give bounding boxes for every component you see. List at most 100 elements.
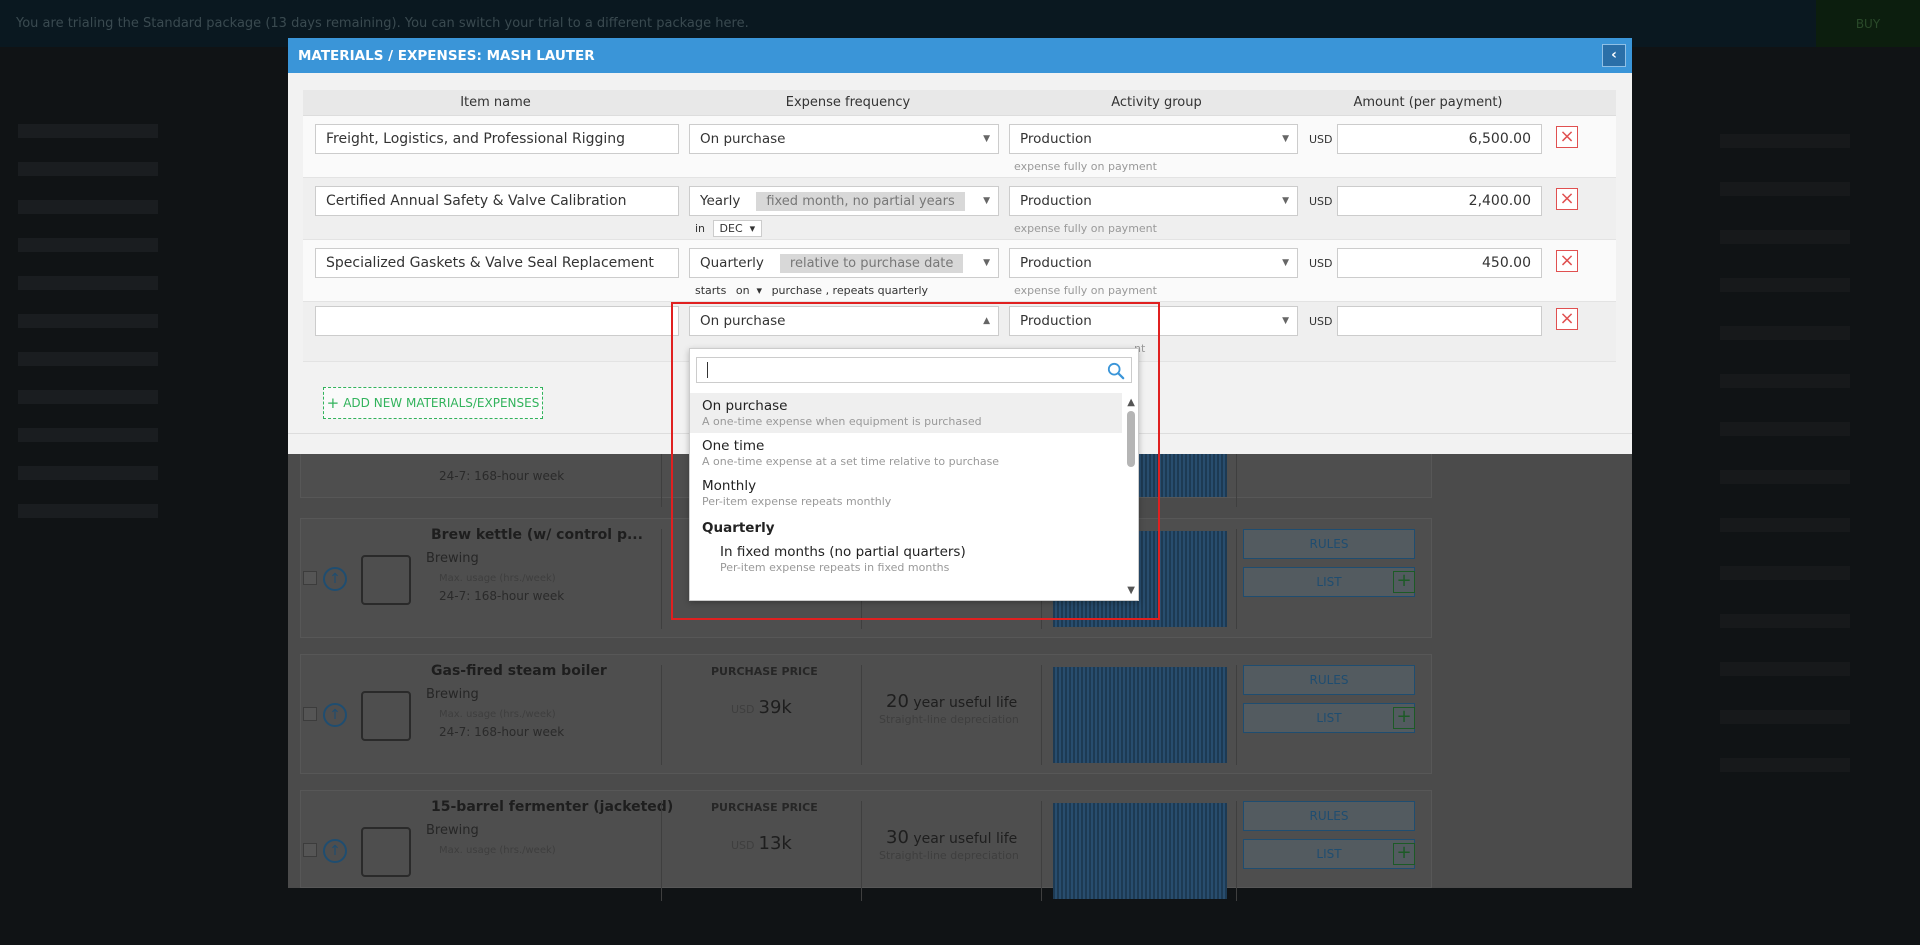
chevron-down-icon: ▼ xyxy=(1282,258,1289,268)
chevron-down-icon: ▼ xyxy=(983,258,990,268)
select-checkbox[interactable] xyxy=(303,571,317,585)
chevron-down-icon: ▼ xyxy=(1282,134,1289,144)
delete-icon[interactable]: × xyxy=(1556,250,1578,272)
search-icon[interactable] xyxy=(1107,362,1125,380)
equipment-category: Brewing xyxy=(426,823,479,838)
add-icon[interactable]: + xyxy=(1393,843,1415,865)
table-header: Item name Expense frequency Activity gro… xyxy=(303,90,1616,116)
frequency-select[interactable]: On purchase ▼ xyxy=(689,124,999,154)
dropdown-search-input[interactable] xyxy=(697,358,1097,382)
frequency-tag: fixed month, no partial years xyxy=(756,191,965,211)
scroll-up-icon[interactable]: ▲ xyxy=(1127,397,1135,408)
rules-button[interactable]: RULES xyxy=(1243,665,1415,695)
arrow-up-icon[interactable]: ↑ xyxy=(323,567,347,591)
equipment-card: ↑ Gas-fired steam boiler Brewing Max. us… xyxy=(300,654,1432,774)
select-checkbox[interactable] xyxy=(303,707,317,721)
boiler-icon xyxy=(361,691,411,741)
frequency-select[interactable]: Yearly fixed month, no partial years ▼ xyxy=(689,186,999,216)
list-button[interactable]: LIST xyxy=(1243,567,1415,597)
background-sidebar xyxy=(0,100,200,660)
useful-life: 30 year useful life xyxy=(886,827,1018,848)
activity-note: expense fully on payment xyxy=(1014,160,1157,173)
useful-life: 20 year useful life xyxy=(886,691,1018,712)
frequency-select[interactable]: Quarterly relative to purchase date ▼ xyxy=(689,248,999,278)
dropdown-search[interactable] xyxy=(696,357,1132,383)
equipment-category: Brewing xyxy=(426,687,479,702)
option-monthly[interactable]: Monthly Per-item expense repeats monthly xyxy=(690,473,1122,513)
amount-input[interactable]: 450.00 xyxy=(1337,248,1542,278)
select-checkbox[interactable] xyxy=(303,843,317,857)
modal-header: MATERIALS / EXPENSES: MASH LAUTER ‹ xyxy=(288,38,1632,73)
table-row: Freight, Logistics, and Professional Rig… xyxy=(303,116,1616,178)
usage-label: Max. usage (hrs./week) xyxy=(439,573,556,584)
amount-input[interactable]: 2,400.00 xyxy=(1337,186,1542,216)
usage-value: 24-7: 168-hour week xyxy=(439,725,565,739)
frequency-select-open[interactable]: On purchase ▲ xyxy=(689,306,999,336)
delete-icon[interactable]: × xyxy=(1556,188,1578,210)
currency-label: USD xyxy=(1309,133,1333,146)
chevron-down-icon: ▼ xyxy=(1282,316,1289,326)
usage-value: 24-7: 168-hour week xyxy=(439,589,565,603)
option-quarterly-fixed-months[interactable]: In fixed months (no partial quarters) Pe… xyxy=(690,539,1122,579)
scroll-down-icon[interactable]: ▼ xyxy=(1127,585,1135,596)
table-row: Specialized Gaskets & Valve Seal Replace… xyxy=(303,240,1616,302)
equipment-category: Brewing xyxy=(426,551,479,566)
chevron-down-icon: ▼ xyxy=(983,134,990,144)
frequency-dropdown: On purchase A one-time expense when equi… xyxy=(689,348,1139,601)
buy-button[interactable]: BUY xyxy=(1816,0,1920,47)
delete-icon[interactable]: × xyxy=(1556,308,1578,330)
column-activity-group: Activity group xyxy=(1111,95,1202,110)
text-caret xyxy=(707,362,708,378)
amount-input[interactable] xyxy=(1337,306,1542,336)
scrollbar-thumb[interactable] xyxy=(1127,411,1135,467)
purchase-price-label: PURCHASE PRICE xyxy=(711,665,818,678)
equipment-name[interactable]: 15-barrel fermenter (jacketed) xyxy=(431,799,673,815)
frequency-tag: relative to purchase date xyxy=(779,253,964,273)
rules-button[interactable]: RULES xyxy=(1243,801,1415,831)
equipment-name[interactable]: Brew kettle (w/ control p... xyxy=(431,527,643,543)
option-group-quarterly: Quarterly xyxy=(702,520,775,536)
option-on-purchase[interactable]: On purchase A one-time expense when equi… xyxy=(690,393,1122,433)
chevron-down-icon: ▼ xyxy=(983,196,990,206)
list-button[interactable]: LIST xyxy=(1243,703,1415,733)
depreciation-method: Straight-line depreciation xyxy=(879,713,1019,726)
activity-group-select[interactable]: Production ▼ xyxy=(1009,248,1298,278)
item-name-input[interactable]: Freight, Logistics, and Professional Rig… xyxy=(315,124,679,154)
activity-group-select[interactable]: Production ▼ xyxy=(1009,186,1298,216)
amount-input[interactable]: 6,500.00 xyxy=(1337,124,1542,154)
chevron-left-icon[interactable]: ‹ xyxy=(1602,44,1626,67)
column-item-name: Item name xyxy=(460,95,531,110)
trial-banner-text: You are trialing the Standard package (1… xyxy=(16,16,749,31)
kettle-icon xyxy=(361,555,411,605)
option-one-time[interactable]: One time A one-time expense at a set tim… xyxy=(690,433,1122,473)
add-new-materials-button[interactable]: + ADD NEW MATERIALS/EXPENSES xyxy=(323,387,543,419)
modal-title: MATERIALS / EXPENSES: MASH LAUTER xyxy=(298,47,595,64)
currency-label: USD xyxy=(1309,315,1333,328)
activity-group-select[interactable]: Production ▼ xyxy=(1009,124,1298,154)
equipment-name[interactable]: Gas-fired steam boiler xyxy=(431,663,607,679)
add-icon[interactable]: + xyxy=(1393,707,1415,729)
add-icon[interactable]: + xyxy=(1393,571,1415,593)
usage-label: Max. usage (hrs./week) xyxy=(439,709,556,720)
delete-icon[interactable]: × xyxy=(1556,126,1578,148)
item-name-input[interactable]: Certified Annual Safety & Valve Calibrat… xyxy=(315,186,679,216)
purchase-price: USD 39k xyxy=(731,697,792,718)
usage-bars xyxy=(1053,803,1227,899)
month-select[interactable]: DEC ▾ xyxy=(712,220,763,237)
chevron-down-icon: ▼ xyxy=(1282,196,1289,206)
start-select[interactable]: on ▾ xyxy=(736,284,762,297)
activity-group-select[interactable]: Production ▼ xyxy=(1009,306,1298,336)
arrow-up-icon[interactable]: ↑ xyxy=(323,703,347,727)
arrow-up-icon[interactable]: ↑ xyxy=(323,839,347,863)
list-button[interactable]: LIST xyxy=(1243,839,1415,869)
background-right-panel xyxy=(1690,100,1910,772)
currency-label: USD xyxy=(1309,257,1333,270)
activity-note: expense fully on payment xyxy=(1014,284,1157,297)
rules-button[interactable]: RULES xyxy=(1243,529,1415,559)
purchase-price: USD 13k xyxy=(731,833,792,854)
fermenter-icon xyxy=(361,827,411,877)
expenses-table: Item name Expense frequency Activity gro… xyxy=(303,90,1616,362)
item-name-input[interactable] xyxy=(315,306,679,336)
item-name-input[interactable]: Specialized Gaskets & Valve Seal Replace… xyxy=(315,248,679,278)
dropdown-options: On purchase A one-time expense when equi… xyxy=(690,393,1122,599)
